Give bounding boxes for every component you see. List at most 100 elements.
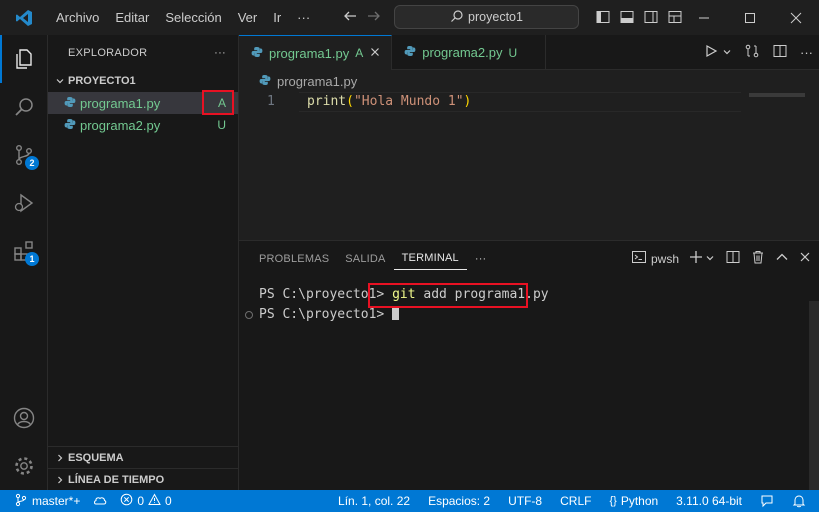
- maximize-button[interactable]: [727, 0, 773, 35]
- problems-status[interactable]: 0 0: [114, 490, 177, 512]
- split-terminal-icon[interactable]: [725, 249, 741, 268]
- vscode-logo-icon: [0, 0, 48, 35]
- tab-problems[interactable]: PROBLEMAS: [251, 241, 337, 276]
- menu-ver[interactable]: Ver: [230, 0, 266, 35]
- tab-git-status: U: [508, 45, 518, 60]
- editor-tabs: programa1.py A programa2.py U ···: [239, 35, 819, 70]
- panel-more-button[interactable]: ···: [467, 241, 495, 276]
- sync-status[interactable]: [86, 490, 114, 512]
- extensions-icon[interactable]: 1: [0, 227, 48, 275]
- explorer-title: EXPLORADOR: [68, 46, 148, 59]
- close-panel-icon[interactable]: [799, 251, 811, 266]
- breadcrumb[interactable]: programa1.py: [239, 70, 819, 92]
- menu-more-button[interactable]: ···: [289, 0, 318, 35]
- extensions-badge: 1: [25, 252, 39, 266]
- accounts-icon[interactable]: [0, 394, 48, 442]
- language-mode[interactable]: {} Python: [600, 490, 667, 512]
- command-center-label: proyecto1: [468, 10, 523, 24]
- maximize-panel-icon[interactable]: [775, 250, 789, 267]
- cursor-position[interactable]: Lín. 1, col. 22: [329, 490, 419, 512]
- highlight-box-status: [202, 90, 234, 115]
- outline-section-header[interactable]: ESQUEMA: [48, 446, 238, 468]
- file-item-programa2[interactable]: programa2.py U: [48, 114, 238, 136]
- code-token-string: "Hola Mundo 1": [353, 94, 464, 109]
- terminal-dropdown-chevron-icon[interactable]: [705, 251, 715, 266]
- toggle-secondary-sidebar-icon[interactable]: [643, 9, 659, 28]
- search-icon[interactable]: [0, 83, 48, 131]
- close-tab-icon[interactable]: [369, 46, 381, 61]
- git-status-untracked: U: [217, 118, 226, 132]
- branch-label: master*+: [32, 494, 81, 508]
- chevron-right-icon: [52, 453, 68, 463]
- toggle-panel-icon[interactable]: [619, 9, 635, 28]
- run-dropdown-chevron-icon[interactable]: [722, 45, 732, 60]
- python-file-icon: [404, 45, 416, 60]
- chevron-down-icon: [52, 76, 68, 86]
- forward-arrow-icon[interactable]: [366, 8, 382, 27]
- panel-actions: pwsh: [631, 241, 811, 276]
- minimize-button[interactable]: [681, 0, 727, 35]
- terminal-scrollbar[interactable]: [809, 301, 819, 491]
- feedback-icon[interactable]: [751, 490, 783, 512]
- tab-git-status: A: [355, 46, 364, 60]
- timeline-section-header[interactable]: LÍNEA DE TIEMPO: [48, 468, 238, 490]
- chevron-right-icon: [52, 475, 68, 485]
- toggle-sidebar-icon[interactable]: [595, 9, 611, 28]
- explorer-icon[interactable]: [0, 35, 48, 83]
- split-editor-icon[interactable]: [772, 43, 788, 62]
- project-folder-header[interactable]: PROYECTO1: [48, 70, 238, 92]
- python-file-icon: [64, 118, 76, 133]
- minimap[interactable]: [749, 93, 805, 97]
- source-control-icon[interactable]: 2: [0, 131, 48, 179]
- command-decoration-icon[interactable]: [245, 311, 253, 319]
- settings-gear-icon[interactable]: [0, 442, 48, 490]
- terminal-cursor: [392, 306, 400, 320]
- code-editor[interactable]: 1 print("Hola Mundo 1"): [239, 92, 819, 116]
- file-name: programa2.py: [80, 117, 161, 133]
- open-changes-icon[interactable]: [744, 43, 760, 62]
- eol-status[interactable]: CRLF: [551, 490, 600, 512]
- menu-seleccion[interactable]: Selección: [157, 0, 229, 35]
- code-token-paren-open: (: [346, 94, 354, 109]
- terminal-icon: [631, 249, 647, 268]
- trash-icon[interactable]: [751, 250, 765, 267]
- back-arrow-icon[interactable]: [342, 8, 358, 27]
- notifications-bell-icon[interactable]: [783, 490, 815, 512]
- tab-terminal[interactable]: TERMINAL: [393, 248, 467, 270]
- tab-programa1[interactable]: programa1.py A: [239, 35, 393, 70]
- panel-tabs: PROBLEMAS SALIDA TERMINAL ··· pwsh: [239, 241, 819, 276]
- code-token-paren-close: ): [463, 94, 472, 109]
- new-terminal-icon[interactable]: [689, 250, 703, 267]
- breadcrumb-file[interactable]: programa1.py: [277, 74, 357, 89]
- python-interpreter[interactable]: 3.11.0 64-bit: [667, 490, 751, 512]
- git-branch-icon: [14, 493, 28, 510]
- search-icon: [450, 9, 464, 26]
- error-count: 0: [137, 494, 145, 508]
- activity-bar: 2 1: [0, 35, 48, 490]
- explorer-more-button[interactable]: ···: [214, 47, 226, 59]
- title-bar: Archivo Editar Selección Ver Ir ··· proy…: [0, 0, 819, 35]
- encoding-status[interactable]: UTF-8: [499, 490, 551, 512]
- tab-programa2[interactable]: programa2.py U: [392, 35, 547, 70]
- warning-icon: [148, 493, 161, 509]
- tab-label: programa1.py: [269, 45, 350, 61]
- code-line[interactable]: print("Hola Mundo 1"): [307, 92, 471, 112]
- menu-editar[interactable]: Editar: [107, 0, 157, 35]
- project-folder-label: PROYECTO1: [68, 75, 136, 87]
- menu-ir[interactable]: Ir: [265, 0, 289, 35]
- editor-more-icon[interactable]: ···: [800, 45, 813, 60]
- terminal-prompt: PS C:\proyecto1>: [259, 307, 393, 322]
- bottom-panel: PROBLEMAS SALIDA TERMINAL ··· pwsh PS C:…: [239, 240, 819, 491]
- branch-status[interactable]: master*+: [0, 490, 86, 512]
- terminal-name-label: pwsh: [650, 251, 679, 266]
- indentation-status[interactable]: Espacios: 2: [419, 490, 499, 512]
- tab-output[interactable]: SALIDA: [337, 241, 393, 276]
- editor-area: programa1.py A programa2.py U ··· progra…: [239, 35, 819, 240]
- braces-icon: {}: [609, 495, 617, 507]
- menu-archivo[interactable]: Archivo: [48, 0, 107, 35]
- command-center-search[interactable]: proyecto1: [394, 5, 579, 29]
- run-debug-icon[interactable]: [0, 179, 48, 227]
- terminal-instance[interactable]: pwsh: [631, 249, 679, 268]
- run-python-icon[interactable]: [704, 44, 718, 61]
- close-window-button[interactable]: [773, 0, 819, 35]
